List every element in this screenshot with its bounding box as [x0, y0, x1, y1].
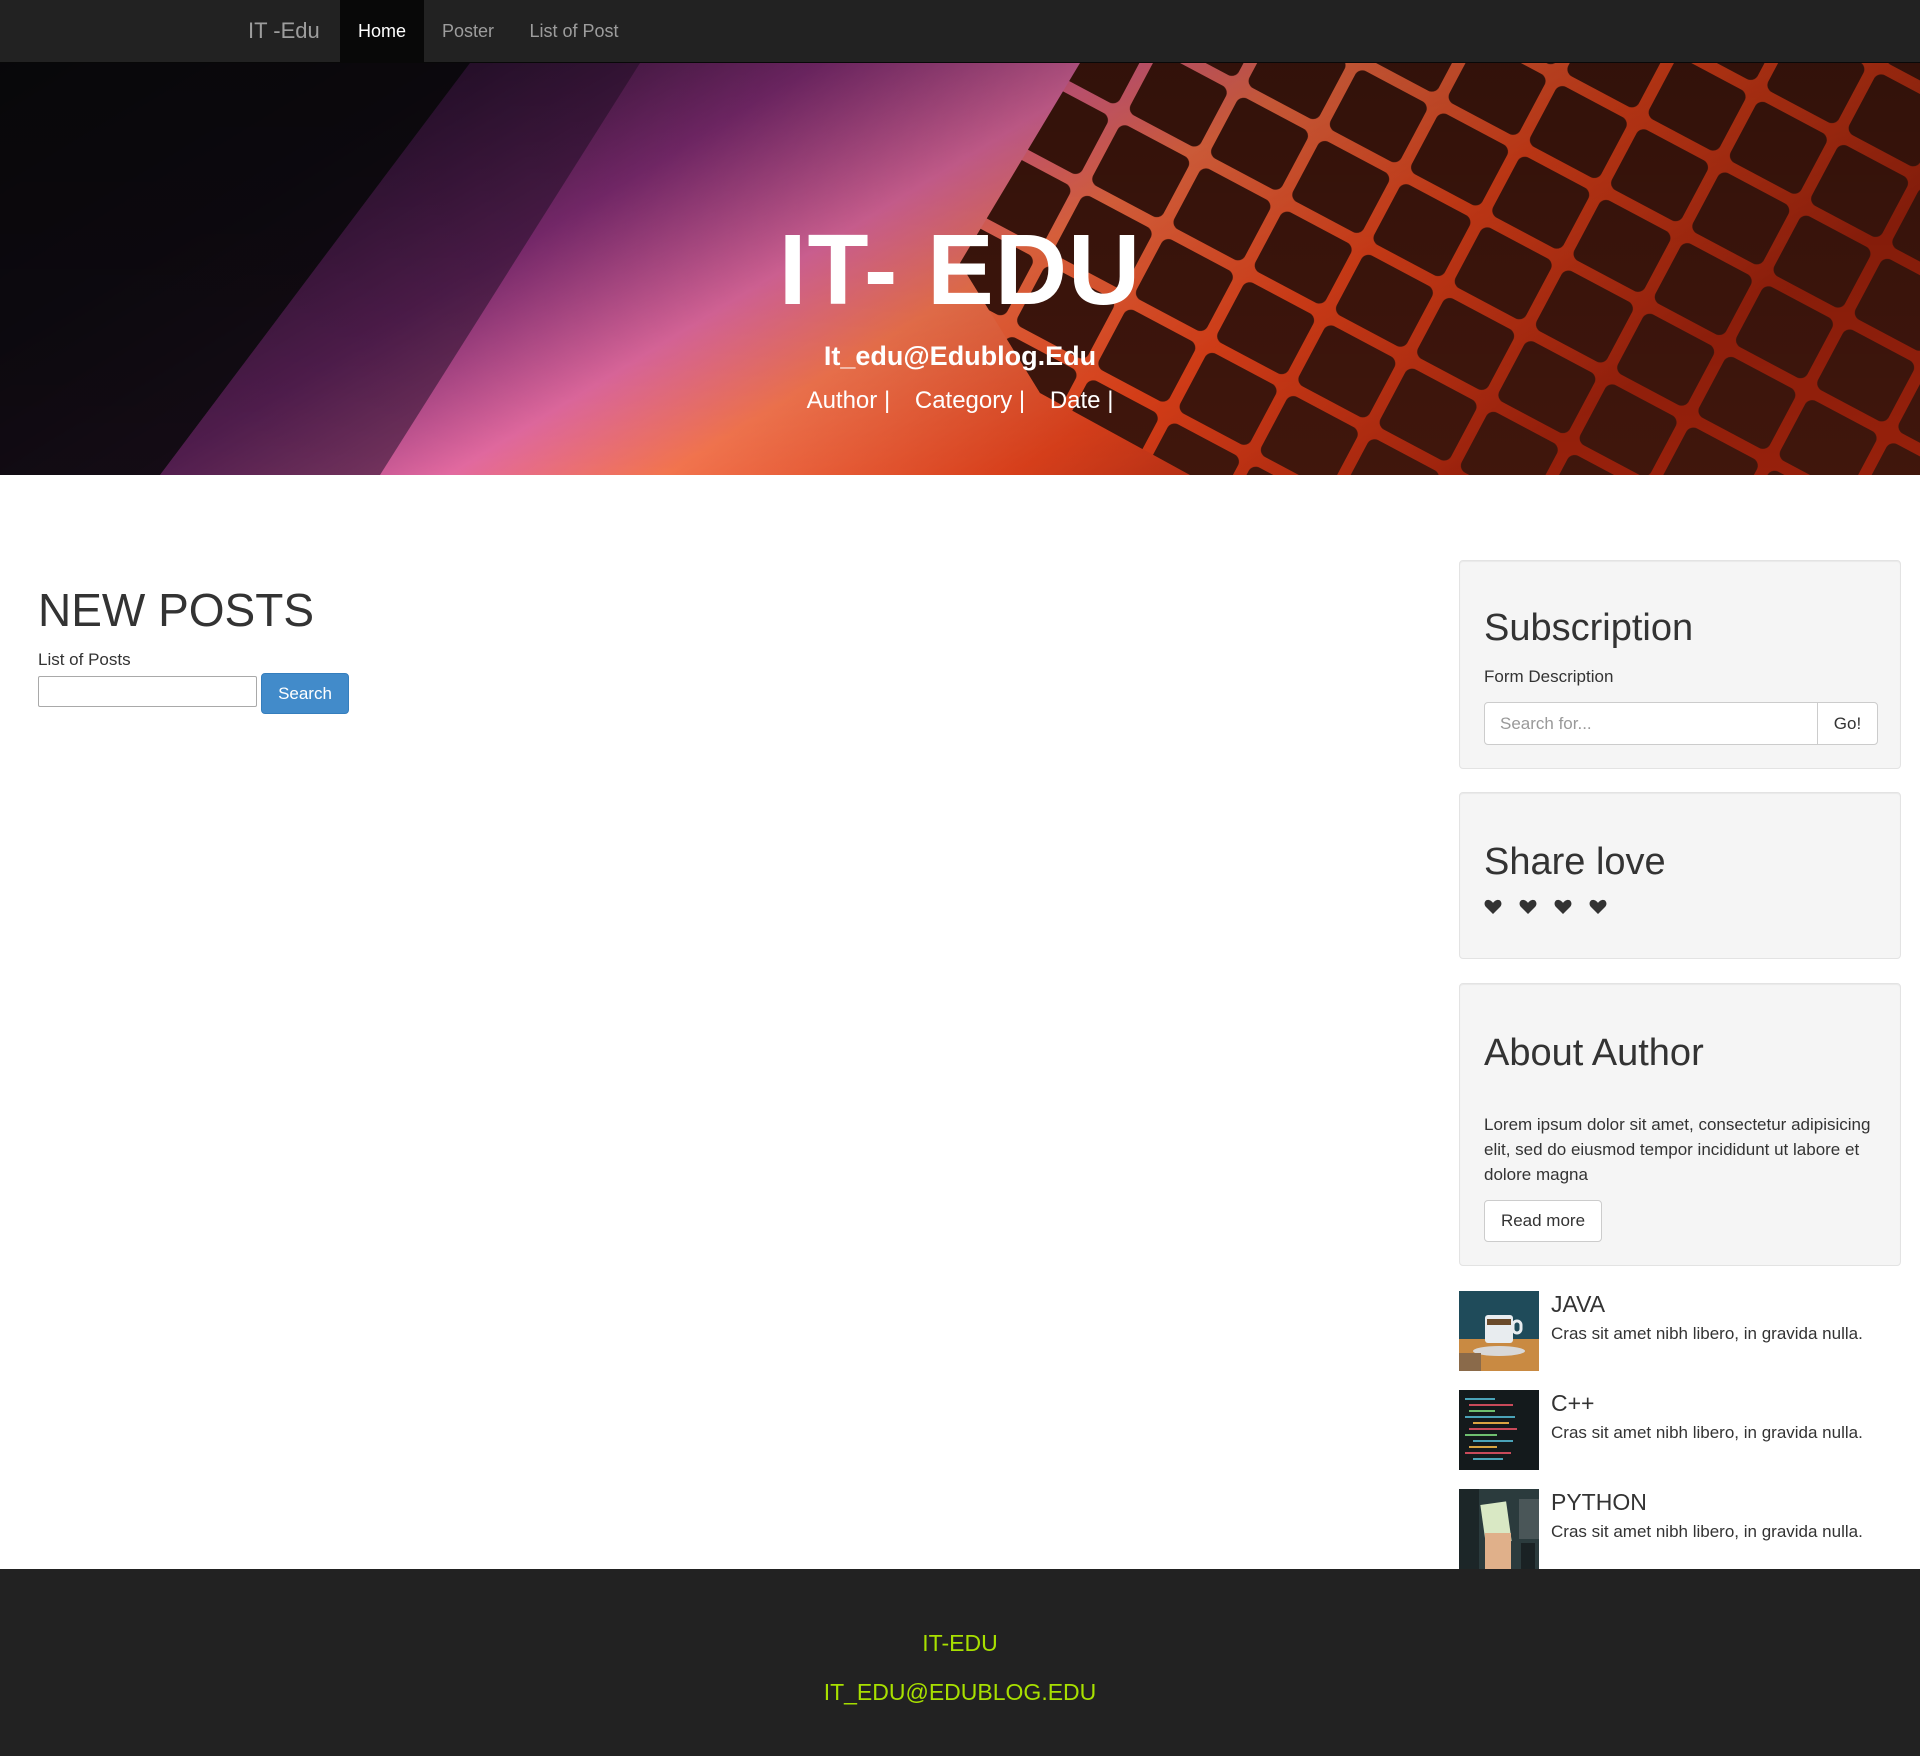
nav-item-list-of-post[interactable]: List of Post	[512, 0, 636, 62]
footer-title: IT-EDU	[922, 1630, 998, 1656]
hero-title: IT- EDU	[778, 214, 1142, 326]
list-of-posts-label: List of Posts	[38, 650, 131, 669]
nav-item-home[interactable]: Home	[340, 0, 424, 62]
about-author-title: About Author	[1484, 1032, 1704, 1074]
about-author-panel: About Author Lorem ipsum dolor sit amet,…	[1459, 983, 1901, 1266]
share-love-panel: Share love	[1459, 792, 1901, 959]
coffee-cup-image	[1459, 1291, 1539, 1371]
media-title-java: JAVA	[1551, 1291, 1606, 1317]
heart-icon[interactable]	[1554, 899, 1572, 915]
heart-icon[interactable]	[1484, 899, 1502, 915]
footer-email[interactable]: IT_EDU@EDUBLOG.EDU	[0, 1679, 1920, 1706]
footer: IT-EDU IT_EDU@EDUBLOG.EDU	[0, 1569, 1920, 1756]
new-posts-heading: NEW POSTS	[38, 584, 315, 636]
python-thumbnail	[1459, 1489, 1539, 1569]
subscription-panel: Subscription Form Description Search for…	[1459, 560, 1901, 769]
subscription-title: Subscription	[1484, 607, 1694, 649]
cpp-thumbnail	[1459, 1390, 1539, 1470]
code-screen-image	[1459, 1390, 1539, 1470]
posts-search-button[interactable]: Search	[261, 673, 349, 714]
hero-banner: IT- EDU It_edu@Edublog.Edu Author | Cate…	[0, 63, 1920, 475]
hero-email: It_edu@Edublog.Edu	[823, 341, 1097, 371]
posts-search-input[interactable]	[38, 676, 257, 707]
media-item-python[interactable]: PYTHON Cras sit amet nibh libero, in gra…	[1459, 1489, 1919, 1569]
hero-meta-author[interactable]: Author |	[807, 387, 891, 414]
navbar: IT -Edu Home Poster List of Post	[0, 0, 1920, 63]
about-author-text: Lorem ipsum dolor sit amet, consectetur …	[1484, 1115, 1871, 1184]
nav-item-poster[interactable]: Poster	[424, 0, 512, 62]
java-thumbnail	[1459, 1291, 1539, 1371]
subscription-search-input[interactable]: Search for...	[1484, 702, 1818, 745]
read-more-button[interactable]: Read more	[1484, 1200, 1602, 1242]
heart-icon[interactable]	[1589, 899, 1607, 915]
media-text-python: Cras sit amet nibh libero, in gravida nu…	[1551, 1522, 1863, 1541]
heart-icon[interactable]	[1519, 899, 1537, 915]
media-item-java[interactable]: JAVA Cras sit amet nibh libero, in gravi…	[1459, 1291, 1919, 1371]
media-text-cpp: Cras sit amet nibh libero, in gravida nu…	[1551, 1423, 1863, 1442]
share-love-title: Share love	[1484, 841, 1666, 883]
media-title-cpp: C++	[1551, 1390, 1595, 1416]
media-item-cpp[interactable]: C++ Cras sit amet nibh libero, in gravid…	[1459, 1390, 1919, 1470]
navbar-brand[interactable]: IT -Edu	[248, 0, 320, 62]
subscription-description: Form Description	[1484, 667, 1614, 686]
hero-meta-date[interactable]: Date |	[1050, 387, 1114, 414]
hero-meta: Author | Category | Date |	[0, 387, 1920, 415]
media-title-python: PYTHON	[1551, 1489, 1647, 1515]
hero-meta-category[interactable]: Category |	[915, 387, 1025, 414]
python-book-image	[1459, 1489, 1539, 1569]
subscription-go-button[interactable]: Go!	[1817, 702, 1878, 745]
media-text-java: Cras sit amet nibh libero, in gravida nu…	[1551, 1324, 1863, 1343]
